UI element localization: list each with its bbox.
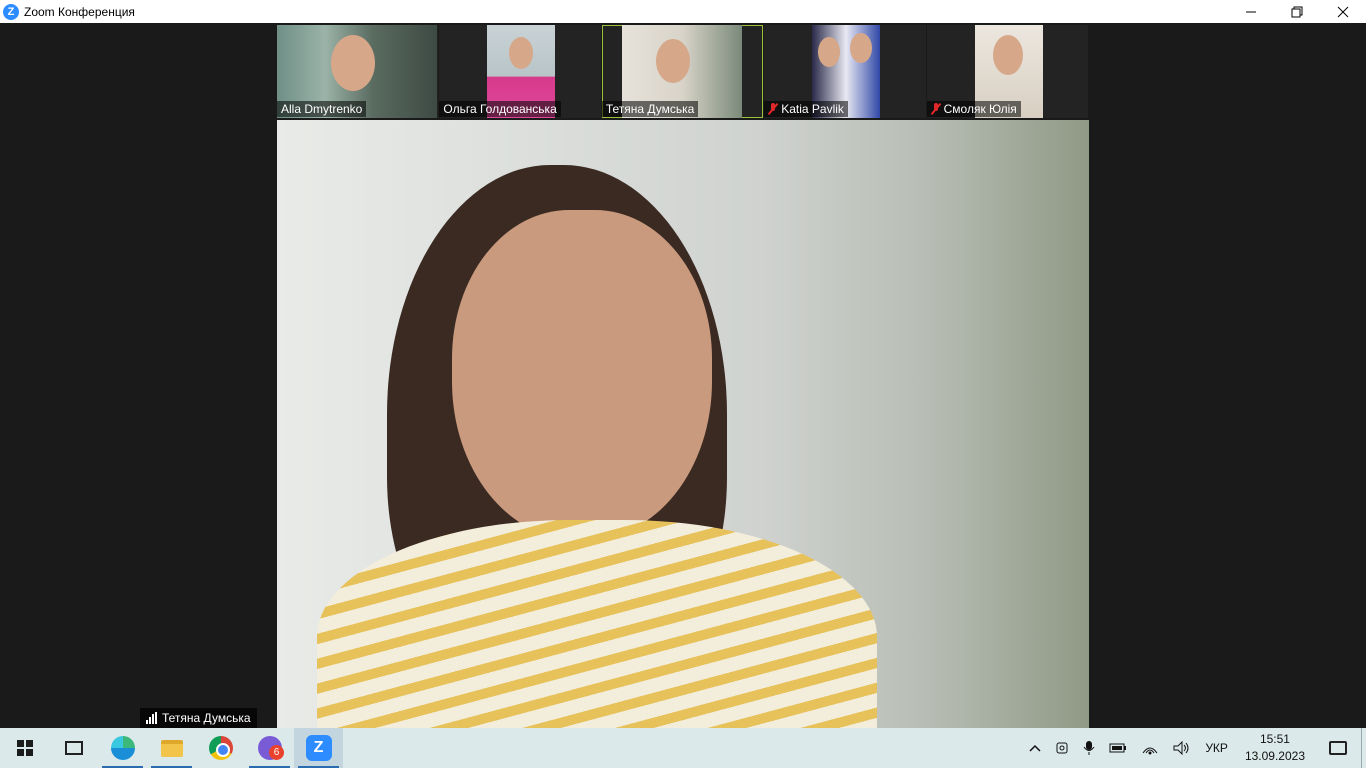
clock-time: 15:51 <box>1259 732 1290 746</box>
participant-tile-active[interactable]: Тетяна Думська <box>601 25 764 118</box>
action-center-button[interactable] <box>1315 728 1361 768</box>
participant-tile[interactable]: Alla Dmytrenko <box>277 25 439 118</box>
notification-badge: 6 <box>269 745 284 760</box>
close-icon <box>1337 6 1349 17</box>
window-title: Zoom Конференция <box>24 4 135 19</box>
taskbar-file-explorer[interactable] <box>147 728 196 768</box>
start-button[interactable] <box>0 728 49 768</box>
show-hidden-icons-button[interactable] <box>1022 728 1048 768</box>
taskbar-edge[interactable] <box>98 728 147 768</box>
tray-battery[interactable] <box>1102 728 1134 768</box>
battery-icon <box>1109 743 1127 753</box>
notification-icon <box>1329 741 1347 755</box>
restore-button[interactable] <box>1274 0 1320 23</box>
participant-tile[interactable]: Katia Pavlik <box>764 25 926 118</box>
chrome-icon <box>208 736 233 760</box>
minimize-button[interactable] <box>1228 0 1274 23</box>
participant-name: Alla Dmytrenko <box>277 101 367 117</box>
folder-icon <box>160 739 183 757</box>
participant-strip: Alla Dmytrenko Ольга Голдованська Тетяна… <box>277 25 1089 118</box>
clock-date: 13.09.2023 <box>1244 749 1305 763</box>
wifi-icon <box>1142 747 1158 755</box>
camera-icon <box>1056 742 1068 754</box>
participant-name: Смоляк Юлія <box>926 101 1021 117</box>
chevron-up-icon <box>1029 744 1041 752</box>
volume-icon <box>1173 741 1189 755</box>
minimize-icon <box>1246 11 1256 12</box>
participant-tile[interactable]: Ольга Голдованська <box>439 25 601 118</box>
taskbar-viber[interactable]: 6 <box>245 728 294 768</box>
zoom-app-icon: Z <box>3 3 19 20</box>
close-button[interactable] <box>1320 0 1366 23</box>
title-bar: Z Zoom Конференция <box>0 0 1366 23</box>
active-speaker-label: Тетяна Думська <box>140 708 257 728</box>
participant-tile[interactable]: Смоляк Юлія <box>926 25 1089 118</box>
muted-mic-icon <box>768 103 778 115</box>
clock[interactable]: 15:51 13.09.2023 <box>1235 728 1315 768</box>
tray-microphone[interactable] <box>1076 728 1102 768</box>
participant-name: Katia Pavlik <box>764 101 848 117</box>
restore-icon <box>1291 6 1303 17</box>
edge-icon <box>110 736 135 760</box>
tray-network[interactable] <box>1134 728 1166 768</box>
taskbar-chrome[interactable] <box>196 728 245 768</box>
participant-name: Ольга Голдованська <box>439 101 561 117</box>
system-tray: УКР 15:51 13.09.2023 <box>1022 728 1366 768</box>
taskbar-zoom[interactable]: Z <box>294 728 343 768</box>
participant-name: Тетяна Думська <box>601 101 699 117</box>
show-desktop-button[interactable] <box>1361 728 1366 768</box>
meeting-stage: Alla Dmytrenko Ольга Голдованська Тетяна… <box>0 23 1366 728</box>
zoom-icon: Z <box>305 735 332 761</box>
microphone-icon <box>1083 741 1095 755</box>
task-view-button[interactable] <box>49 728 98 768</box>
tray-volume[interactable] <box>1166 728 1198 768</box>
window-controls <box>1228 0 1366 23</box>
active-speaker-video <box>277 120 1089 728</box>
task-view-icon <box>64 741 83 755</box>
muted-mic-icon <box>931 103 941 115</box>
tray-camera[interactable] <box>1048 728 1076 768</box>
windows-taskbar: 6 Z УКР 15:51 13.09.2023 <box>0 728 1366 768</box>
signal-strength-icon <box>146 712 157 724</box>
language-indicator[interactable]: УКР <box>1198 728 1235 768</box>
windows-icon <box>16 740 33 756</box>
